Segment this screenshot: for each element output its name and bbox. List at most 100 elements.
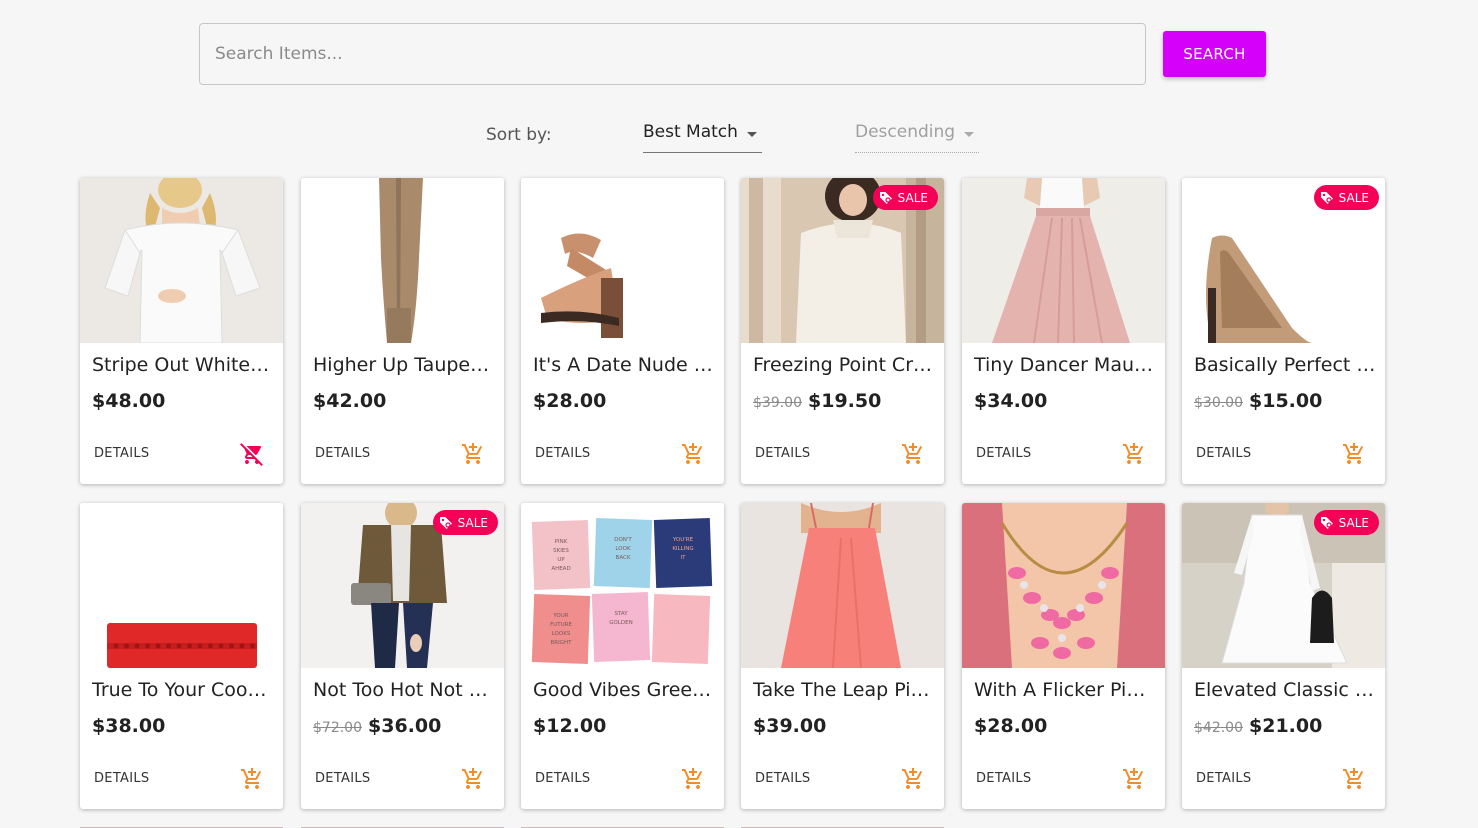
- product-title: With A Flicker Pi…: [974, 679, 1146, 701]
- product-price: $36.00: [368, 715, 442, 737]
- product-title: True To Your Coo…: [92, 679, 267, 701]
- details-button[interactable]: DETAILS: [315, 446, 370, 461]
- chevron-down-icon: [746, 132, 757, 137]
- tag-icon: [1319, 190, 1335, 206]
- svg-text:LOOK: LOOK: [615, 546, 631, 552]
- sale-badge: SALE: [432, 510, 498, 535]
- sale-badge: SALE: [1313, 185, 1379, 210]
- details-button[interactable]: DETAILS: [1196, 446, 1251, 461]
- product-image[interactable]: [80, 503, 283, 668]
- svg-text:YOUR: YOUR: [552, 613, 568, 619]
- product-title: Good Vibes Gree…: [533, 679, 712, 701]
- add-to-cart-icon[interactable]: [240, 767, 264, 791]
- svg-text:KILLING: KILLING: [672, 546, 693, 552]
- search-button[interactable]: SEARCH: [1163, 31, 1266, 77]
- product-card[interactable]: True To Your Coo… $38.00 DETAILS: [80, 503, 283, 809]
- add-to-cart-icon[interactable]: [681, 442, 705, 466]
- product-card[interactable]: SALE Basically Perfect … $30.00 $15.00 D…: [1182, 178, 1385, 484]
- product-card[interactable]: Tiny Dancer Mau… $34.00 DETAILS: [962, 178, 1165, 484]
- details-button[interactable]: DETAILS: [535, 771, 590, 786]
- add-to-cart-icon[interactable]: [1342, 767, 1366, 791]
- sort-label: Sort by:: [486, 125, 552, 145]
- add-to-cart-icon[interactable]: [1122, 442, 1146, 466]
- svg-text:STAY: STAY: [614, 611, 628, 617]
- price-row: $48.00: [92, 390, 165, 412]
- price-row: $12.00: [533, 715, 606, 737]
- svg-text:BACK: BACK: [616, 555, 631, 561]
- price-row: $39.00: [753, 715, 826, 737]
- product-card[interactable]: With A Flicker Pi… $28.00 DETAILS: [962, 503, 1165, 809]
- tag-icon: [438, 515, 454, 531]
- product-title: Take The Leap Pi…: [753, 679, 930, 701]
- product-image[interactable]: [521, 178, 724, 343]
- details-button[interactable]: DETAILS: [976, 771, 1031, 786]
- original-price: $39.00: [753, 395, 802, 411]
- product-card[interactable]: PINK SKIES UP AHEAD DON'T LOOK BACK YOU'RE KILLI…: [521, 503, 724, 809]
- price-row: $42.00 $21.00: [1194, 715, 1322, 737]
- price-row: $42.00: [313, 390, 386, 412]
- product-card[interactable]: It's A Date Nude … $28.00 DETAILS: [521, 178, 724, 484]
- product-price: $19.50: [808, 390, 882, 412]
- product-image[interactable]: [962, 178, 1165, 343]
- sort-field-value: Best Match: [643, 122, 738, 142]
- product-card[interactable]: Take The Leap Pi… $39.00 DETAILS: [741, 503, 944, 809]
- details-button[interactable]: DETAILS: [755, 771, 810, 786]
- product-image[interactable]: [962, 503, 1165, 668]
- product-price: $39.00: [753, 715, 827, 737]
- product-card[interactable]: SALE Not Too Hot Not … $72.00 $36.00 DET…: [301, 503, 504, 809]
- product-price: $21.00: [1249, 715, 1323, 737]
- product-card[interactable]: SALE Elevated Classic … $42.00 $21.00 DE…: [1182, 503, 1385, 809]
- svg-text:BRIGHT: BRIGHT: [551, 640, 573, 646]
- product-price: $15.00: [1249, 390, 1323, 412]
- product-title: Elevated Classic …: [1194, 679, 1374, 701]
- svg-text:AHEAD: AHEAD: [551, 566, 570, 572]
- svg-text:YOU'RE: YOU'RE: [672, 537, 694, 543]
- product-price: $34.00: [974, 390, 1048, 412]
- sort-field-select[interactable]: Best Match: [643, 122, 762, 153]
- add-to-cart-icon[interactable]: [1342, 442, 1366, 466]
- details-button[interactable]: DETAILS: [1196, 771, 1251, 786]
- add-to-cart-icon[interactable]: [461, 767, 485, 791]
- add-to-cart-icon[interactable]: [901, 442, 925, 466]
- price-row: $72.00 $36.00: [313, 715, 441, 737]
- product-image[interactable]: [301, 178, 504, 343]
- product-card[interactable]: Higher Up Taupe… $42.00 DETAILS: [301, 178, 504, 484]
- product-image[interactable]: PINK SKIES UP AHEAD DON'T LOOK BACK YOU'RE KILLI…: [521, 503, 724, 668]
- details-button[interactable]: DETAILS: [755, 446, 810, 461]
- sale-badge-label: SALE: [457, 515, 488, 530]
- add-to-cart-icon[interactable]: [901, 767, 925, 791]
- details-button[interactable]: DETAILS: [976, 446, 1031, 461]
- price-row: $38.00: [92, 715, 165, 737]
- details-button[interactable]: DETAILS: [94, 446, 149, 461]
- details-button[interactable]: DETAILS: [94, 771, 149, 786]
- add-to-cart-icon[interactable]: [461, 442, 485, 466]
- add-to-cart-icon[interactable]: [681, 767, 705, 791]
- original-price: $42.00: [1194, 720, 1243, 736]
- price-row: $28.00: [974, 715, 1047, 737]
- product-price: $38.00: [92, 715, 166, 737]
- product-image[interactable]: [80, 178, 283, 343]
- product-price: $48.00: [92, 390, 166, 412]
- original-price: $72.00: [313, 720, 362, 736]
- details-button[interactable]: DETAILS: [535, 446, 590, 461]
- details-button[interactable]: DETAILS: [315, 771, 370, 786]
- svg-text:GOLDEN: GOLDEN: [609, 620, 632, 626]
- product-title: It's A Date Nude …: [533, 354, 713, 376]
- product-card[interactable]: Stripe Out White … $48.00 DETAILS: [80, 178, 283, 484]
- product-card[interactable]: SALE Freezing Point Cr… $39.00 $19.50 DE…: [741, 178, 944, 484]
- svg-text:SKIES: SKIES: [553, 548, 569, 554]
- sale-badge-label: SALE: [897, 190, 928, 205]
- price-row: $30.00 $15.00: [1194, 390, 1322, 412]
- product-price: $28.00: [533, 390, 607, 412]
- sort-order-select[interactable]: Descending: [855, 122, 979, 153]
- add-to-cart-icon[interactable]: [1122, 767, 1146, 791]
- tag-icon: [1319, 515, 1335, 531]
- svg-text:LOOKS: LOOKS: [552, 631, 571, 637]
- product-price: $28.00: [974, 715, 1048, 737]
- sale-badge-label: SALE: [1338, 190, 1369, 205]
- search-input[interactable]: [199, 23, 1146, 85]
- svg-text:PINK: PINK: [555, 539, 568, 545]
- price-row: $34.00: [974, 390, 1047, 412]
- product-image[interactable]: [741, 503, 944, 668]
- remove-from-cart-icon[interactable]: [240, 442, 264, 466]
